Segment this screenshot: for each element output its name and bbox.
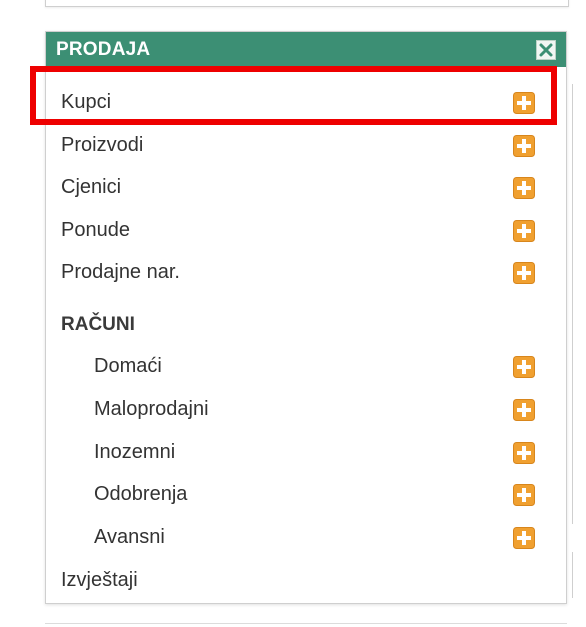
menu-item-label: Odobrenja (94, 483, 188, 505)
close-icon (539, 43, 553, 57)
menu-item-label: Kupci (61, 91, 112, 113)
menu-item-ponude[interactable]: Ponude (46, 211, 566, 251)
menu-item-label: Domaći (94, 355, 162, 377)
menu-item-odobrenja[interactable]: Odobrenja (46, 475, 566, 515)
next-panel (45, 623, 567, 627)
menu-item-avansni[interactable]: Avansni (46, 518, 566, 558)
adjacent-panel (572, 84, 586, 524)
panel-title: PRODAJA (56, 39, 151, 60)
close-button[interactable] (536, 40, 556, 60)
menu-item-label: Maloprodajni (94, 398, 209, 420)
menu-item-label: Cjenici (61, 176, 122, 198)
menu-item-label: Inozemni (94, 441, 176, 463)
previous-panel (45, 0, 569, 7)
menu-item-maloprodajni[interactable]: Maloprodajni (46, 390, 566, 430)
menu-item-label: Proizvodi (61, 134, 144, 156)
menu-item-prodajne-nar[interactable]: Prodajne nar. (46, 253, 566, 293)
menu-item-label: Avansni (94, 526, 165, 548)
add-icon[interactable] (513, 527, 535, 549)
add-icon[interactable] (513, 484, 535, 506)
menu-item-cjenici[interactable]: Cjenici (46, 168, 566, 208)
prodaja-panel: PRODAJA Kupci Proizvodi Cjenici Ponude P… (45, 31, 567, 604)
menu-item-label: Izvještaji (61, 569, 138, 591)
menu-item-label: Prodajne nar. (61, 261, 180, 283)
add-icon[interactable] (513, 92, 535, 114)
add-icon[interactable] (513, 442, 535, 464)
menu-item-inozemni[interactable]: Inozemni (46, 433, 566, 473)
add-icon[interactable] (513, 177, 535, 199)
adjacent-panel (572, 552, 586, 598)
add-icon[interactable] (513, 220, 535, 242)
add-icon[interactable] (513, 135, 535, 157)
add-icon[interactable] (513, 356, 535, 378)
page: PRODAJA Kupci Proizvodi Cjenici Ponude P… (0, 0, 586, 627)
menu-item-proizvodi[interactable]: Proizvodi (46, 126, 566, 166)
menu-item-label: Ponude (61, 219, 130, 241)
add-icon[interactable] (513, 399, 535, 421)
section-label-racuni: RAČUNI (61, 314, 135, 335)
menu-item-izvjestaji[interactable]: Izvještaji (46, 561, 566, 601)
panel-header: PRODAJA (46, 32, 566, 67)
menu-item-kupci[interactable]: Kupci (46, 83, 566, 123)
menu-item-domaci[interactable]: Domaći (46, 347, 566, 387)
add-icon[interactable] (513, 262, 535, 284)
